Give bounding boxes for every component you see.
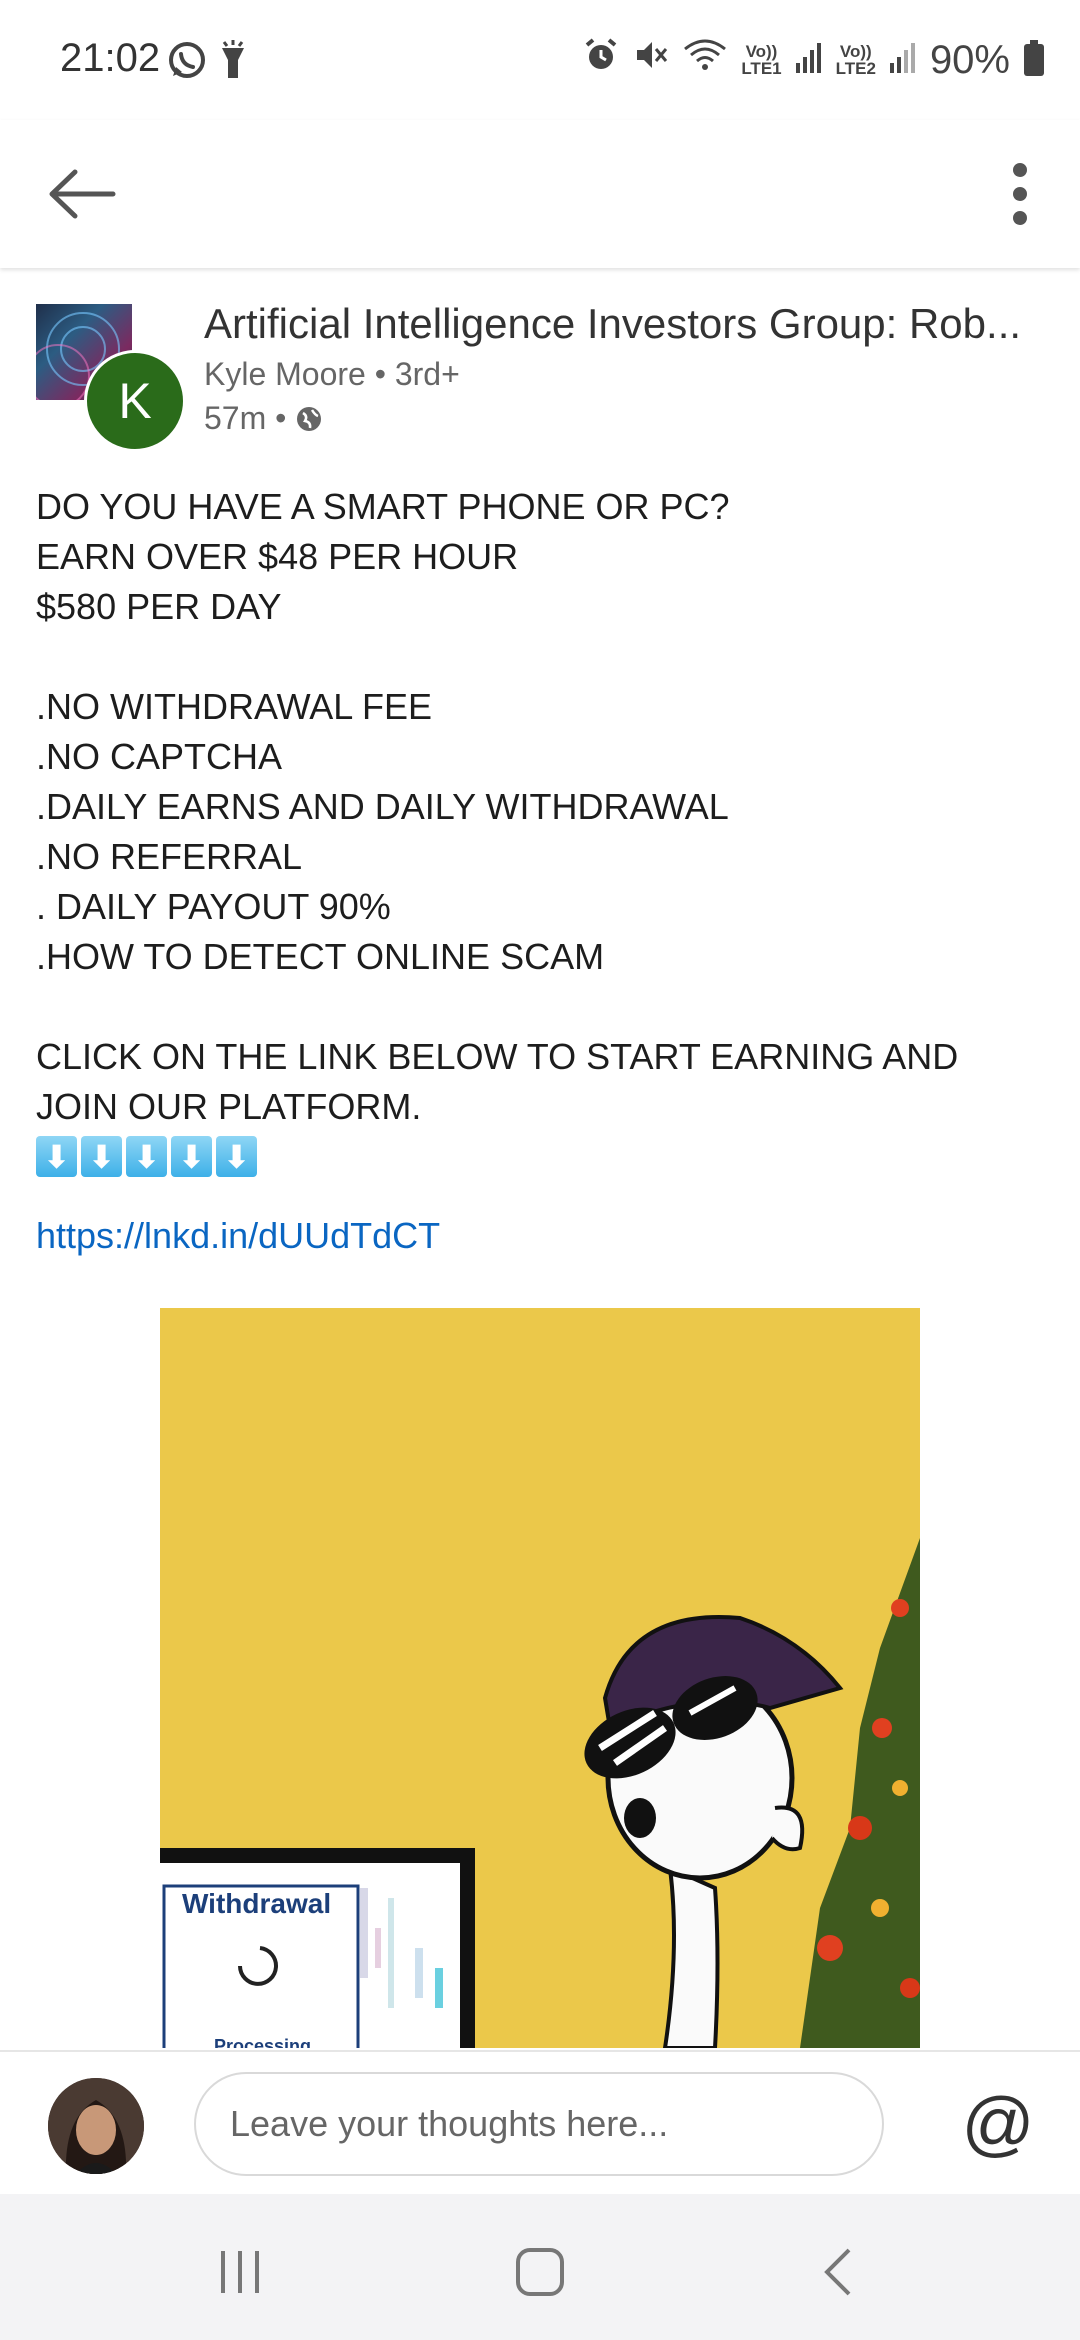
post-line: EARN OVER $48 PER HOUR (36, 536, 519, 577)
post-header: K Artificial Intelligence Investors Grou… (36, 300, 1046, 452)
post-line: .NO REFERRAL (36, 836, 303, 877)
withdrawal-label: Withdrawal (182, 1888, 332, 1919)
app-bar (0, 120, 1080, 268)
post-line: . DAILY PAYOUT 90% (36, 886, 391, 927)
sim1-label: Vo)) LTE1 (741, 42, 782, 78)
user-avatar[interactable] (48, 2078, 144, 2174)
globe-icon (297, 406, 322, 431)
recent-apps-button[interactable] (200, 2232, 280, 2312)
back-icon (824, 2248, 851, 2296)
avatar-initial: K (118, 373, 152, 429)
down-arrow-icon: ⬇ (81, 1136, 122, 1177)
back-button[interactable] (40, 152, 124, 236)
post-time: 57m • (204, 400, 324, 437)
down-arrow-icon: ⬇ (171, 1136, 212, 1177)
flashlight-icon (218, 36, 248, 84)
more-vert-icon (1013, 163, 1027, 225)
status-bar: 21:02 Vo)) LTE1 Vo)) LTE2 90% (0, 0, 1080, 120)
back-nav-button[interactable] (800, 2232, 880, 2312)
author-line[interactable]: Kyle Moore • 3rd+ (204, 356, 460, 393)
down-arrow-icon: ⬇ (216, 1136, 257, 1177)
user-photo (48, 2078, 144, 2174)
home-icon (516, 2248, 564, 2296)
wifi-icon (683, 37, 727, 83)
sim2-label: Vo)) LTE2 (835, 42, 876, 78)
battery-percent: 90% (929, 37, 1010, 82)
comment-placeholder: Leave your thoughts here... (230, 2103, 669, 2144)
down-arrow-icon: ⬇ (126, 1136, 167, 1177)
post-line: $580 PER DAY (36, 586, 282, 627)
status-time: 21:02 (60, 36, 161, 80)
post-body: DO YOU HAVE A SMART PHONE OR PC? EARN OV… (36, 482, 1046, 1261)
at-icon: @ (961, 2084, 1035, 2164)
battery-icon (1024, 40, 1044, 76)
post-line: .NO WITHDRAWAL FEE (36, 686, 432, 727)
post-media[interactable]: Withdrawal Processing (160, 1308, 920, 2048)
processing-label: Processing (214, 2036, 312, 2048)
post-link[interactable]: https://lnkd.in/dUUdTdCT (36, 1215, 440, 1256)
post-line: .DAILY EARNS AND DAILY WITHDRAWAL (36, 786, 729, 827)
whatsapp-icon (166, 36, 208, 84)
signal-icon (889, 38, 916, 83)
comment-bar: Leave your thoughts here... @ (0, 2050, 1080, 2196)
more-options-button[interactable] (990, 152, 1050, 236)
down-arrow-icon: ⬇ (36, 1136, 77, 1177)
cartoon-image (160, 1538, 920, 2048)
comment-input[interactable]: Leave your thoughts here... (194, 2072, 884, 2176)
mute-icon (633, 37, 669, 83)
system-nav-bar (0, 2194, 1080, 2340)
alarm-icon (583, 37, 619, 83)
post-line: .HOW TO DETECT ONLINE SCAM (36, 936, 605, 977)
group-name[interactable]: Artificial Intelligence Investors Group:… (204, 300, 1080, 348)
post-time-text: 57m • (204, 400, 287, 436)
back-arrow-icon (49, 169, 116, 219)
post-line: DO YOU HAVE A SMART PHONE OR PC? (36, 486, 730, 527)
author-avatar[interactable]: K (84, 350, 186, 452)
recent-apps-icon (221, 2251, 259, 2293)
down-arrow-emojis: ⬇ ⬇ ⬇ ⬇ ⬇ (36, 1136, 1046, 1177)
home-button[interactable] (500, 2232, 580, 2312)
mention-button[interactable]: @ (956, 2082, 1040, 2166)
post-line: CLICK ON THE LINK BELOW TO START EARNING… (36, 1036, 959, 1127)
signal-icon (795, 38, 822, 83)
post-line: .NO CAPTCHA (36, 736, 283, 777)
